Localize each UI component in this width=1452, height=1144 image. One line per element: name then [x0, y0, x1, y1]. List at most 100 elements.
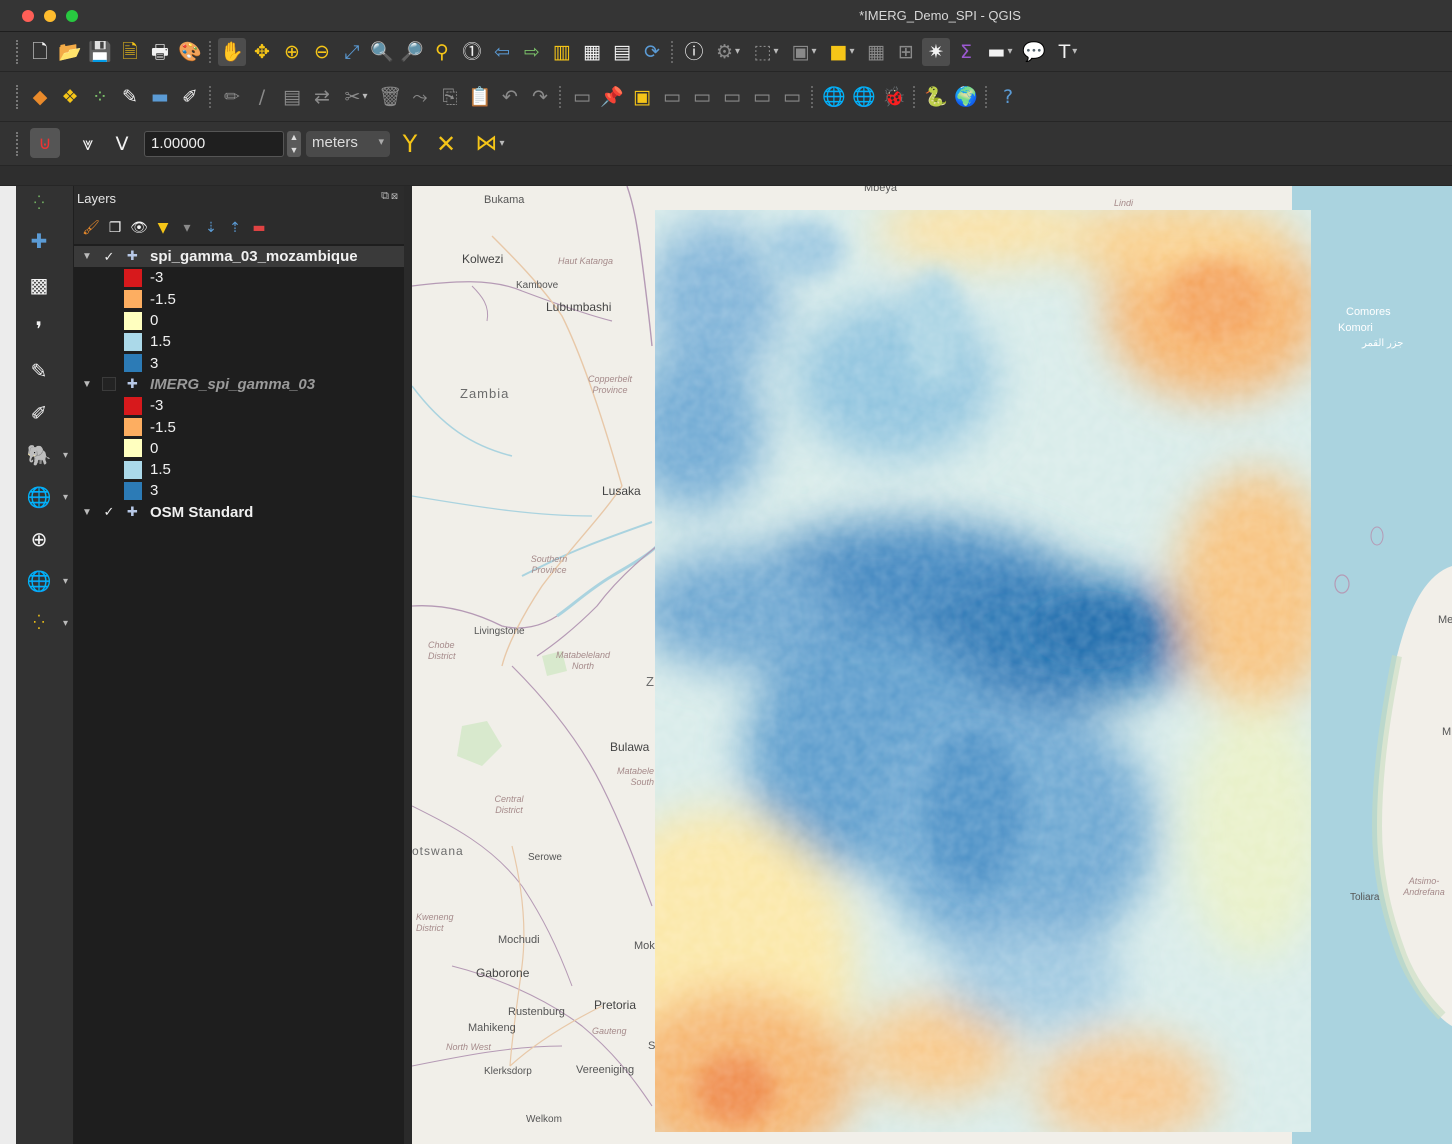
toolbar-grip[interactable] [16, 132, 20, 156]
expand-arrow-icon[interactable]: ▼ [82, 251, 92, 262]
expand-arrow-icon[interactable]: ▼ [82, 379, 92, 390]
save-as-icon[interactable]: 🗎 [116, 38, 144, 66]
zoom-native-res-icon[interactable]: ⓵ [458, 38, 486, 66]
redo-icon[interactable]: ↷ [526, 83, 554, 111]
move-label-icon[interactable]: ▭ [658, 83, 686, 111]
deselect-icon[interactable]: ■ [824, 38, 860, 66]
copy-features-icon[interactable]: ⎘ [436, 83, 464, 111]
change-label-icon[interactable]: ▭ [718, 83, 746, 111]
field-calculator-icon[interactable]: ⊞ [892, 38, 920, 66]
tolerance-input[interactable]: 1.00000 [144, 131, 284, 157]
panel-float-close-icons[interactable]: ⧉⊠ [381, 190, 400, 203]
new-project-icon[interactable]: 🗋 [26, 38, 54, 66]
toolbar-grip[interactable] [16, 85, 20, 109]
minimize-window-button[interactable] [44, 10, 56, 22]
units-select[interactable]: meters [306, 131, 390, 157]
expand-arrow-icon[interactable]: ▼ [82, 507, 92, 518]
toolbar-grip[interactable] [16, 40, 20, 64]
tolerance-stepper[interactable]: ▲ ▼ [287, 131, 301, 157]
digitize-icon[interactable]: ✎ [116, 83, 144, 111]
layer-name[interactable]: spi_gamma_03_mozambique [150, 248, 358, 265]
layer-name[interactable]: OSM Standard [150, 504, 253, 521]
layer-row[interactable]: ▼ ✓ ✚ OSM Standard [74, 502, 404, 523]
add-gpx-icon[interactable]: ✎ [22, 356, 56, 386]
manage-map-themes-icon[interactable]: 👁 [128, 217, 150, 239]
globe-icon[interactable]: 🌍 [952, 83, 980, 111]
label-toolbar-icon[interactable]: ▭ [568, 83, 596, 111]
add-postgis-icon[interactable]: 🐘 [22, 440, 68, 470]
open-project-icon[interactable]: 📂 [56, 38, 84, 66]
text-annotation-icon[interactable]: T [1050, 38, 1086, 66]
pan-icon[interactable]: ✋ [218, 38, 246, 66]
layer-visibility-checkbox[interactable]: ✓ [102, 505, 116, 519]
show-bookmarks-icon[interactable]: ▦ [578, 38, 606, 66]
identify-icon[interactable]: ⓘ [680, 38, 708, 66]
map-tips-icon[interactable]: 💬 [1020, 38, 1048, 66]
actions-icon[interactable]: ⚙ [710, 38, 746, 66]
measure-icon[interactable]: ▬ [982, 38, 1018, 66]
pin-labels-icon[interactable]: 📌 [598, 83, 626, 111]
web-services-icon[interactable]: 🌐 [820, 83, 848, 111]
save-edits-icon[interactable]: / [248, 83, 276, 111]
style-manager-icon[interactable]: 🎨 [176, 38, 204, 66]
zoom-full-icon[interactable]: ⤢ [338, 38, 366, 66]
panel-splitter[interactable] [404, 186, 412, 1144]
remove-layer-icon[interactable]: ▬ [248, 217, 270, 239]
vertex-tool-icon[interactable]: ✐ [176, 83, 204, 111]
show-hide-labels-icon[interactable]: ▭ [748, 83, 776, 111]
add-raster-icon[interactable]: ❖ [56, 83, 84, 111]
help-icon[interactable]: ? [994, 83, 1022, 111]
add-raster-layer-icon[interactable]: ✚ [22, 226, 56, 256]
paste-features-icon[interactable]: 📋 [466, 83, 494, 111]
add-layer-icon[interactable]: ◆ [26, 83, 54, 111]
filter-by-expression-icon[interactable]: ▾ [176, 217, 198, 239]
undo-icon[interactable]: ↶ [496, 83, 524, 111]
zoom-in-icon[interactable]: ⊕ [278, 38, 306, 66]
pan-to-selection-icon[interactable]: ✥ [248, 38, 276, 66]
add-group-icon[interactable]: ❐ [104, 217, 126, 239]
add-wfs-layer-icon[interactable]: 🌐 [22, 566, 68, 596]
add-vector-tile-icon[interactable]: ⁛ [22, 608, 68, 638]
snap-mode-icon[interactable]: V [108, 130, 136, 158]
zoom-last-icon[interactable]: ⇦ [488, 38, 516, 66]
snapping-magnet-icon[interactable]: ⊍ [30, 128, 60, 158]
highlight-labels-icon[interactable]: ▣ [628, 83, 656, 111]
zoom-out-icon[interactable]: ⊖ [308, 38, 336, 66]
select-icon[interactable]: ⬚ [748, 38, 784, 66]
close-window-button[interactable] [22, 10, 34, 22]
zoom-selection-icon[interactable]: 🔎 [398, 38, 426, 66]
add-mesh-layer-icon[interactable]: ▩ [22, 270, 56, 300]
add-virtual-layer-icon[interactable]: ✐ [22, 398, 56, 428]
snap-intersection-icon[interactable]: ✕ [432, 130, 460, 158]
label-properties-icon[interactable]: ▭ [778, 83, 806, 111]
layer-visibility-checkbox[interactable]: ✓ [102, 249, 116, 264]
select-by-value-icon[interactable]: ▣ [786, 38, 822, 66]
toggle-editing-icon[interactable]: ✏ [218, 83, 246, 111]
attribute-table-icon[interactable]: ▦ [862, 38, 890, 66]
zoom-native-icon[interactable]: ⚲ [428, 38, 456, 66]
layer-name[interactable]: IMERG_spi_gamma_03 [150, 376, 315, 393]
node-tool-icon[interactable]: ✂ [338, 83, 374, 111]
zoom-layer-icon[interactable]: 🔍 [368, 38, 396, 66]
add-wms-icon[interactable]: 🌐 [850, 83, 878, 111]
layer-row[interactable]: ▼ ✚ IMERG_spi_gamma_03 [74, 374, 404, 395]
zoom-next-icon[interactable]: ⇨ [518, 38, 546, 66]
snap-vertex-icon[interactable]: ⩔ [74, 130, 102, 158]
add-point-layer-icon[interactable]: ⁛ [22, 188, 56, 218]
statistics-icon[interactable]: ✷ [922, 38, 950, 66]
python-console-icon[interactable]: 🐍 [922, 83, 950, 111]
add-wcs-layer-icon[interactable]: ⊕ [22, 524, 56, 554]
move-feature-icon[interactable]: ⇄ [308, 83, 336, 111]
zoom-window-button[interactable] [66, 10, 78, 22]
topological-editing-icon[interactable]: Y [396, 130, 424, 158]
sum-icon[interactable]: Σ [952, 38, 980, 66]
filter-legend-icon[interactable]: ▼ [152, 217, 174, 239]
add-points-icon[interactable]: ⁘ [86, 83, 114, 111]
add-rectangle-icon[interactable]: ▬ [146, 83, 174, 111]
print-layout-icon[interactable]: 🖶 [146, 38, 174, 66]
delete-selected-icon[interactable]: 🗑 [376, 83, 404, 111]
refresh-icon[interactable]: ⟳ [638, 38, 666, 66]
new-bookmark-icon[interactable]: ▥ [548, 38, 576, 66]
cut-features-icon[interactable]: ⤳ [406, 83, 434, 111]
temporal-controller-icon[interactable]: ▤ [608, 38, 636, 66]
